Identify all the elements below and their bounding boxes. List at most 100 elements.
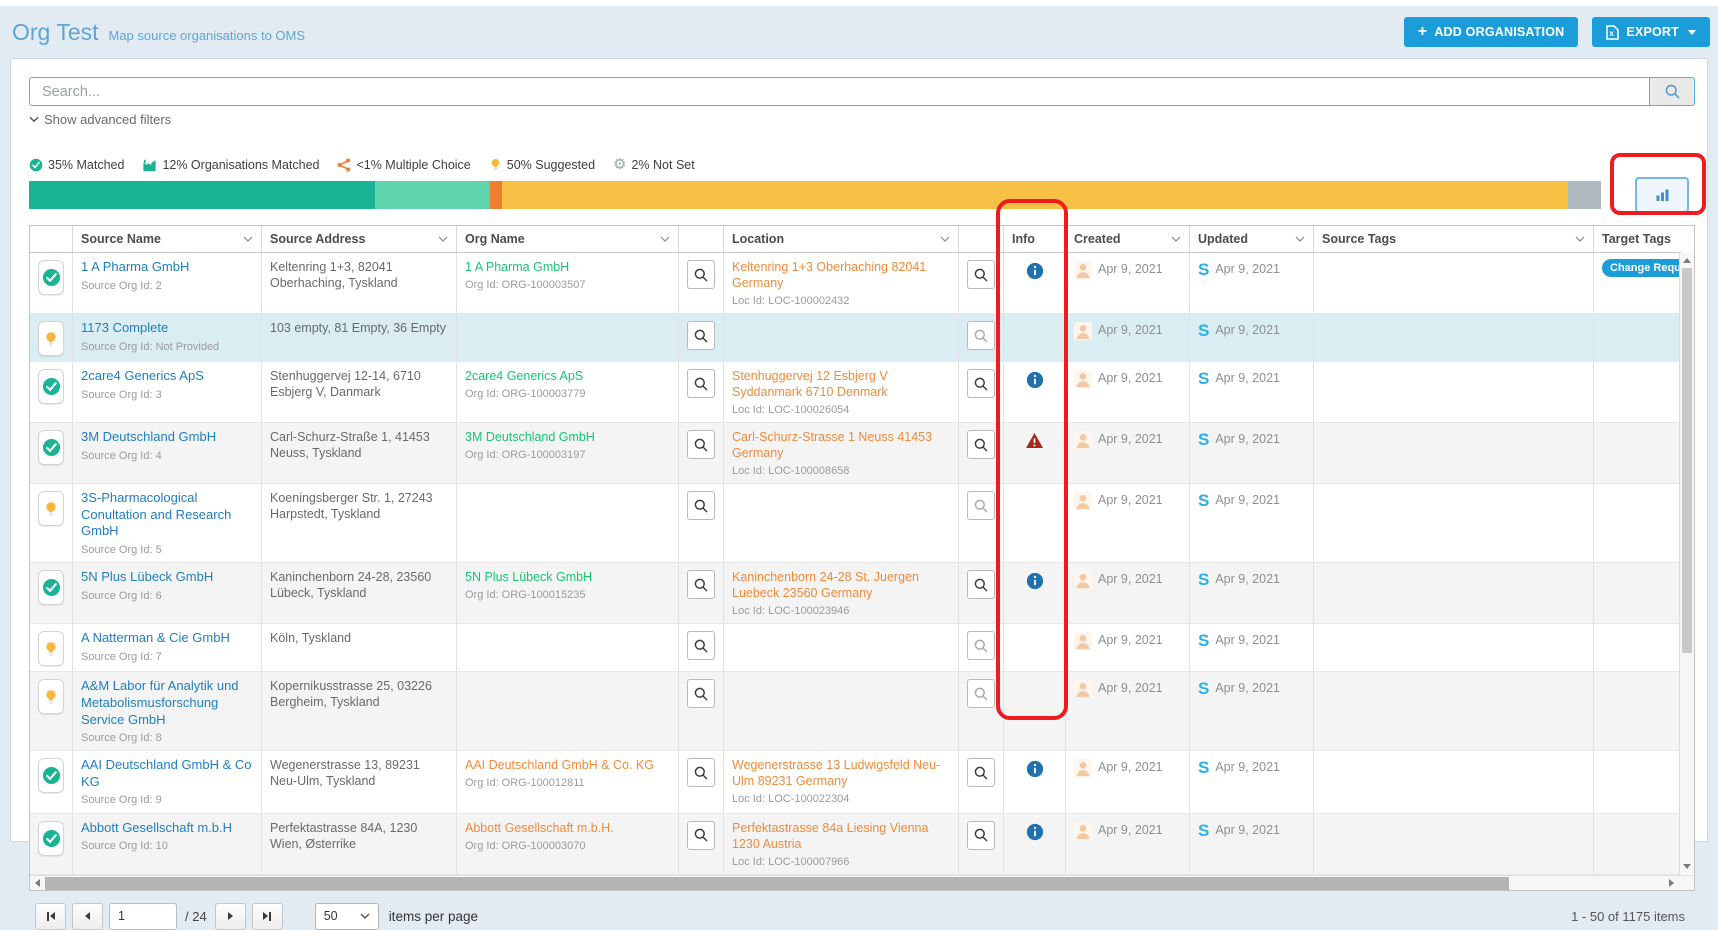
column-header-created[interactable]: Created	[1066, 226, 1190, 252]
location-search-button[interactable]	[967, 321, 995, 350]
horizontal-scroll-thumb[interactable]	[45, 877, 1509, 890]
location-search-button[interactable]	[967, 758, 995, 787]
table-row: 3M Deutschland GmbHSource Org Id: 4Carl-…	[30, 423, 1681, 484]
location-link[interactable]: Kaninchenborn 24-28 St. Juergen Luebeck …	[732, 569, 950, 601]
source-name-link[interactable]: Abbott Gesellschaft m.b.H	[81, 820, 253, 837]
location-search-button[interactable]	[967, 491, 995, 520]
location-link[interactable]: Carl-Schurz-Strasse 1 Neuss 41453 German…	[732, 429, 950, 461]
scroll-right-arrow[interactable]	[1664, 876, 1679, 891]
suggested-status-button[interactable]	[38, 631, 64, 666]
location-search-button[interactable]	[967, 821, 995, 850]
matched-status-button[interactable]	[38, 570, 64, 605]
source-name-link[interactable]: 1 A Pharma GmbH	[81, 259, 253, 276]
info-icon[interactable]	[1026, 262, 1044, 280]
org-search-button[interactable]	[687, 570, 715, 599]
suggested-status-button[interactable]	[38, 679, 64, 714]
org-name-link[interactable]: 2care4 Generics ApS	[465, 368, 670, 384]
suggested-status-button[interactable]	[38, 321, 64, 356]
horizontal-scrollbar[interactable]	[30, 875, 1694, 890]
org-search-button[interactable]	[687, 821, 715, 850]
source-name-link[interactable]: AAI Deutschland GmbH & Co KG	[81, 757, 253, 790]
target-tag-badge[interactable]: Change Request (	[1602, 259, 1681, 277]
page-number-input[interactable]	[109, 903, 177, 930]
matched-status-button[interactable]	[38, 260, 64, 295]
location-search-button[interactable]	[967, 369, 995, 398]
org-search-button[interactable]	[687, 369, 715, 398]
show-advanced-filters-link[interactable]: Show advanced filters	[29, 112, 209, 127]
source-name-link[interactable]: 3M Deutschland GmbH	[81, 429, 253, 446]
matched-status-button[interactable]	[38, 369, 64, 404]
info-icon[interactable]	[1026, 371, 1044, 389]
info-icon[interactable]	[1026, 823, 1044, 841]
advanced-filters-label: Show advanced filters	[44, 112, 171, 127]
org-name-link[interactable]: 3M Deutschland GmbH	[465, 429, 670, 445]
org-search-button[interactable]	[687, 679, 715, 708]
org-search-cell	[679, 253, 724, 313]
vertical-scroll-thumb[interactable]	[1682, 268, 1692, 653]
source-tags-cell	[1314, 253, 1594, 313]
location-search-button[interactable]	[967, 631, 995, 660]
first-page-button[interactable]	[35, 903, 66, 930]
info-icon[interactable]	[1026, 572, 1044, 590]
scroll-down-arrow[interactable]	[1680, 859, 1694, 874]
org-name-link[interactable]: 1 A Pharma GmbH	[465, 259, 670, 275]
suggested-status-button[interactable]	[38, 491, 64, 526]
org-search-button[interactable]	[687, 758, 715, 787]
scroll-up-arrow[interactable]	[1680, 253, 1694, 268]
updated-cell: SApr 9, 2021	[1190, 253, 1314, 313]
column-header-org-name[interactable]: Org Name	[457, 226, 679, 252]
org-search-button[interactable]	[687, 631, 715, 660]
source-name-link[interactable]: 3S-Pharmacological Conultation and Resea…	[81, 490, 253, 540]
status-cell	[30, 563, 73, 623]
org-name-link[interactable]: Abbott Gesellschaft m.b.H.	[465, 820, 670, 836]
previous-page-button[interactable]	[72, 903, 103, 930]
matched-status-button[interactable]	[38, 821, 64, 856]
last-page-button[interactable]	[252, 903, 283, 930]
loc-id: Loc Id: LOC-100008658	[732, 464, 950, 478]
warning-icon[interactable]	[1025, 432, 1044, 449]
next-page-button[interactable]	[215, 903, 246, 930]
add-organisation-button[interactable]: + ADD ORGANISATION	[1404, 17, 1579, 47]
chart-toggle-button[interactable]	[1635, 177, 1689, 213]
location-search-button[interactable]	[967, 679, 995, 708]
location-search-button[interactable]	[967, 570, 995, 599]
source-name-link[interactable]: 2care4 Generics ApS	[81, 368, 253, 385]
info-icon[interactable]	[1026, 760, 1044, 778]
source-name-link[interactable]: 5N Plus Lübeck GmbH	[81, 569, 253, 586]
search-button[interactable]	[1649, 77, 1695, 106]
source-name-link[interactable]: 1173 Complete	[81, 320, 253, 337]
location-link[interactable]: Wegenerstrasse 13 Ludwigsfeld Neu-Ulm 89…	[732, 757, 950, 789]
location-search-button[interactable]	[967, 430, 995, 459]
matched-status-button[interactable]	[38, 430, 64, 465]
column-header-updated[interactable]: Updated	[1190, 226, 1314, 252]
org-search-button[interactable]	[687, 321, 715, 350]
vertical-scrollbar[interactable]	[1679, 253, 1694, 874]
source-name-cell: 1173 CompleteSource Org Id: Not Provided	[73, 314, 262, 361]
location-search-cell	[959, 423, 1004, 483]
org-search-button[interactable]	[687, 430, 715, 459]
created-date: Apr 9, 2021	[1098, 680, 1163, 696]
source-name-cell: AAI Deutschland GmbH & Co KGSource Org I…	[73, 751, 262, 812]
location-search-button[interactable]	[967, 260, 995, 289]
org-search-button[interactable]	[687, 260, 715, 289]
matched-status-button[interactable]	[38, 758, 64, 793]
location-link[interactable]: Keltenring 1+3 Oberhaching 82041 Germany	[732, 259, 950, 291]
location-link[interactable]: Stenhuggervej 12 Esbjerg V Syddanmark 67…	[732, 368, 950, 400]
column-header-source-name[interactable]: Source Name	[73, 226, 262, 252]
location-link[interactable]: Perfektastrasse 84a Liesing Vienna 1230 …	[732, 820, 950, 852]
source-name-link[interactable]: A Natterman & Cie GmbH	[81, 630, 253, 647]
status-legend: 35% Matched 12% Organisations Matched <1…	[29, 157, 1693, 172]
column-header-source-tags[interactable]: Source Tags	[1314, 226, 1594, 252]
column-header-source-address[interactable]: Source Address	[262, 226, 457, 252]
org-name-link[interactable]: AAI Deutschland GmbH & Co. KG	[465, 757, 670, 773]
column-header-location[interactable]: Location	[724, 226, 959, 252]
search-icon	[973, 577, 989, 593]
status-cell	[30, 672, 73, 750]
search-input[interactable]	[29, 77, 1649, 106]
org-search-button[interactable]	[687, 491, 715, 520]
export-button[interactable]: x EXPORT	[1592, 17, 1710, 47]
scroll-left-arrow[interactable]	[30, 876, 45, 891]
source-name-link[interactable]: A&M Labor für Analytik und Metabolismusf…	[81, 678, 253, 728]
org-name-link[interactable]: 5N Plus Lübeck GmbH	[465, 569, 670, 585]
page-size-select[interactable]: 50	[315, 903, 379, 930]
